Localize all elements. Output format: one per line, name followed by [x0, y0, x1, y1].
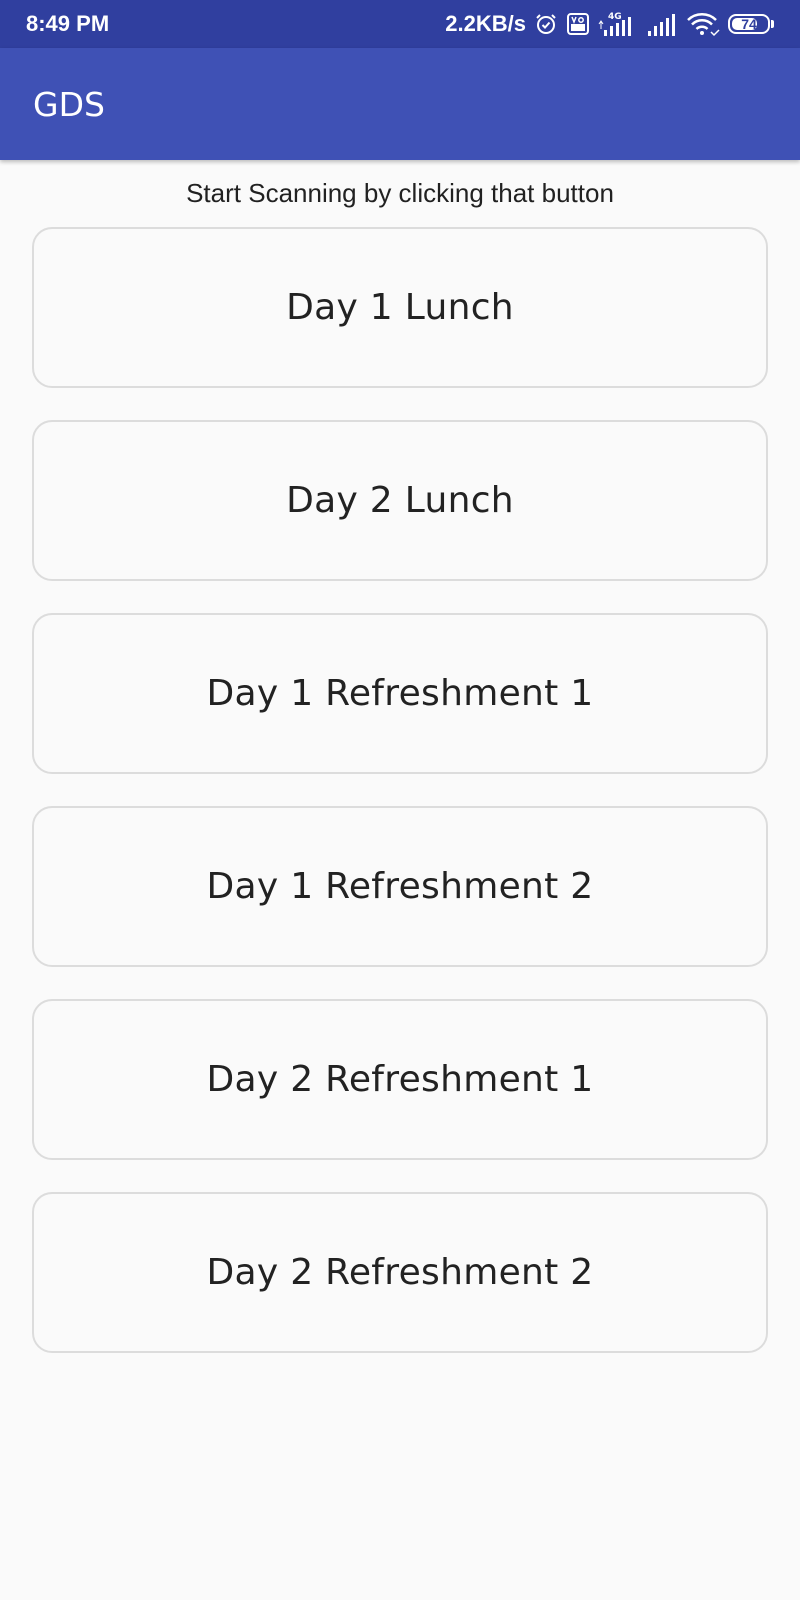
status-time: 8:49 PM — [26, 11, 110, 36]
app-title: GDS — [33, 84, 105, 124]
app-bar: GDS — [0, 48, 800, 160]
wifi-icon — [686, 11, 720, 37]
day-2-refreshment-2-button[interactable]: Day 2 Refreshment 2 — [32, 1192, 768, 1353]
day-2-refreshment-1-button[interactable]: Day 2 Refreshment 1 — [32, 999, 768, 1160]
status-bar: 8:49 PM 2.2KB/s 4G 74 — [0, 0, 800, 48]
status-icons: 2.2KB/s 4G 74 — [445, 10, 774, 38]
battery-body: 74 — [728, 14, 770, 34]
instruction-text: Start Scanning by clicking that button — [186, 178, 614, 208]
button-label: Day 1 Refreshment 2 — [206, 866, 594, 907]
button-label: Day 2 Refreshment 1 — [206, 1059, 594, 1100]
battery-tip — [771, 20, 774, 28]
battery-level: 74 — [741, 16, 757, 32]
battery-icon: 74 — [728, 14, 774, 34]
button-label: Day 2 Lunch — [286, 480, 514, 521]
day-1-lunch-button[interactable]: Day 1 Lunch — [32, 227, 768, 388]
network-speed: 2.2KB/s — [445, 11, 526, 36]
network-type-label: 4G — [608, 12, 622, 22]
day-2-lunch-button[interactable]: Day 2 Lunch — [32, 420, 768, 581]
button-label: Day 1 Refreshment 1 — [206, 673, 594, 714]
alarm-icon — [534, 12, 558, 36]
meal-button-list: Day 1 Lunch Day 2 Lunch Day 1 Refreshmen… — [32, 227, 768, 1385]
signal-4g-icon: 4G — [598, 10, 638, 38]
day-1-refreshment-2-button[interactable]: Day 1 Refreshment 2 — [32, 806, 768, 967]
day-1-refreshment-1-button[interactable]: Day 1 Refreshment 1 — [32, 613, 768, 774]
volte-icon — [566, 12, 590, 36]
button-label: Day 2 Refreshment 2 — [206, 1252, 594, 1293]
button-label: Day 1 Lunch — [286, 287, 514, 328]
signal-icon — [646, 11, 678, 37]
